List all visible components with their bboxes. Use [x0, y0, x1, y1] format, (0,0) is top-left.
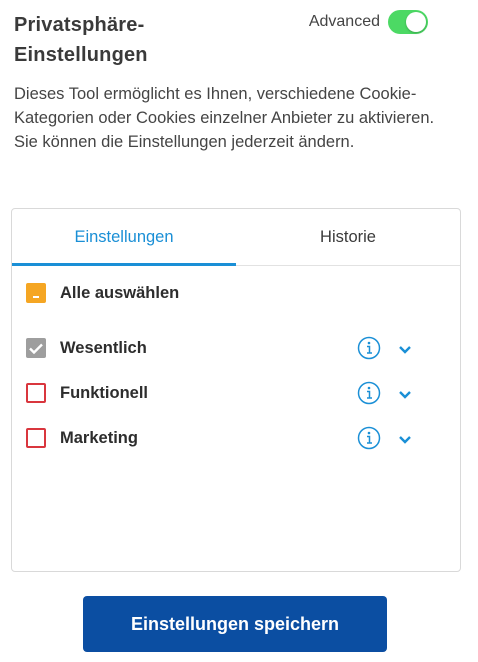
funktionell-checkbox[interactable] [26, 383, 46, 403]
category-row-marketing: Marketing [26, 428, 138, 448]
chevron-down-icon[interactable] [398, 435, 412, 445]
description-text: Dieses Tool ermöglicht es Ihnen, verschi… [14, 85, 435, 151]
category-label: Funktionell [60, 383, 148, 402]
category-row-funktionell: Funktionell [26, 383, 148, 403]
active-tab-indicator [12, 263, 236, 266]
select-all-checkbox[interactable] [26, 283, 46, 303]
advanced-label: Advanced [308, 13, 380, 30]
select-all-label: Alle auswählen [60, 283, 180, 302]
info-icon[interactable] [357, 381, 381, 405]
page-title: Privatsphäre-Einstellungen [14, 14, 148, 66]
category-row-wesentlich: Wesentlich [26, 338, 147, 358]
advanced-toggle[interactable] [388, 10, 428, 34]
select-all-row: Alle auswählen [26, 283, 179, 303]
wesentlich-checkbox[interactable] [26, 338, 46, 358]
category-label: Marketing [60, 428, 138, 447]
tab-bar: Einstellungen Historie [12, 209, 460, 266]
info-icon[interactable] [357, 336, 381, 360]
advanced-toggle-group: Advanced [309, 10, 428, 34]
toggle-knob [406, 12, 426, 32]
tab-historie[interactable]: Historie [236, 209, 460, 265]
category-label: Wesentlich [60, 338, 147, 357]
marketing-checkbox[interactable] [26, 428, 46, 448]
chevron-down-icon[interactable] [398, 345, 412, 355]
tab-einstellungen[interactable]: Einstellungen [12, 209, 236, 265]
save-settings-button[interactable]: Einstellungen speichern [83, 596, 387, 652]
settings-card: Einstellungen Historie Alle auswählen We… [11, 208, 461, 572]
check-icon [29, 343, 43, 354]
info-icon[interactable] [357, 426, 381, 450]
chevron-down-icon[interactable] [398, 390, 412, 400]
